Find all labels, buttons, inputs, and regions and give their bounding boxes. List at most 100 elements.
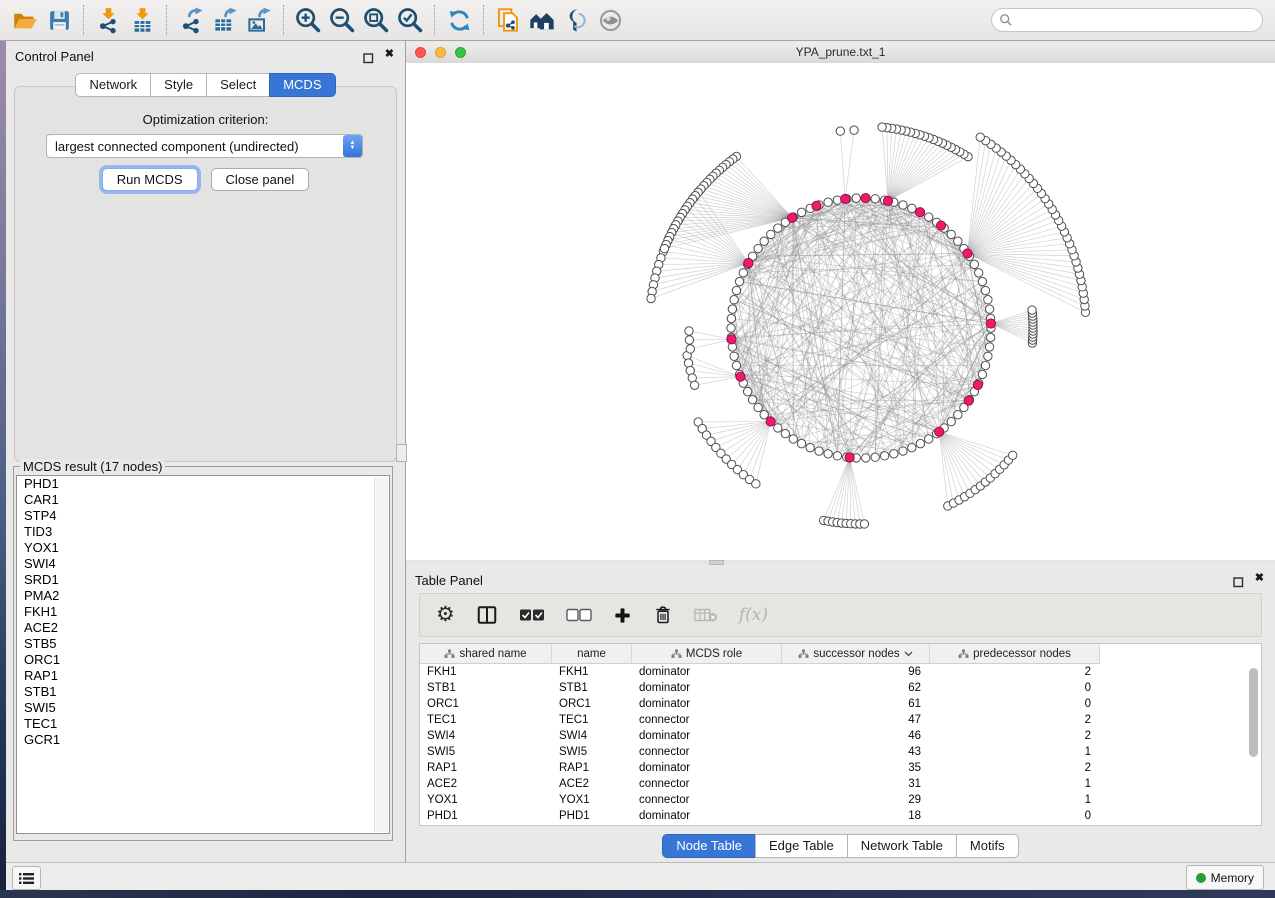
column-header-shared-name[interactable]: shared name [420, 644, 552, 664]
result-list-item[interactable]: SRD1 [17, 572, 389, 588]
zoom-fit-icon[interactable] [359, 3, 393, 37]
table-row[interactable]: ACE2ACE2connector311 [420, 776, 1261, 792]
result-list-item[interactable]: STB1 [17, 684, 389, 700]
table-cell: dominator [632, 760, 782, 776]
result-list-item[interactable]: PHD1 [17, 476, 389, 492]
task-list-icon [19, 872, 34, 885]
table-cell: 43 [782, 744, 930, 760]
table-cell: ORC1 [420, 696, 552, 712]
select-all-rows-icon[interactable] [519, 602, 545, 628]
memory-button[interactable]: Memory [1186, 865, 1264, 890]
close-table-panel-icon[interactable]: ✖ [1255, 571, 1264, 584]
table-cell: PHD1 [552, 808, 632, 824]
search-field[interactable] [991, 8, 1263, 32]
deselect-all-rows-icon[interactable] [566, 602, 592, 628]
show-hide-graphics-details-icon[interactable] [559, 3, 593, 37]
float-panel-icon[interactable] [363, 51, 374, 69]
column-header-name[interactable]: name [552, 644, 632, 664]
export-image-icon[interactable] [242, 3, 276, 37]
run-mcds-button[interactable]: Run MCDS [102, 168, 198, 191]
result-list-item[interactable]: RAP1 [17, 668, 389, 684]
table-cell: RAP1 [420, 760, 552, 776]
save-session-icon[interactable] [42, 3, 76, 37]
table-row[interactable]: RAP1RAP1dominator352 [420, 760, 1261, 776]
table-scrollbar-thumb[interactable] [1249, 668, 1258, 757]
export-table-icon[interactable] [208, 3, 242, 37]
table-cell: dominator [632, 664, 782, 680]
zoom-out-icon[interactable] [325, 3, 359, 37]
mcds-result-group: MCDS result (17 nodes) PHD1CAR1STP4TID3Y… [13, 459, 393, 841]
result-list-item[interactable]: TID3 [17, 524, 389, 540]
table-options-gear-icon[interactable]: ⚙ [436, 602, 455, 628]
result-list-item[interactable]: FKH1 [17, 604, 389, 620]
table-cell: RAP1 [552, 760, 632, 776]
result-list-item[interactable]: CAR1 [17, 492, 389, 508]
table-row[interactable]: SWI5SWI5connector431 [420, 744, 1261, 760]
table-row[interactable]: ORC1ORC1dominator610 [420, 696, 1261, 712]
float-table-panel-icon[interactable] [1233, 575, 1244, 593]
close-panel-icon[interactable]: ✖ [385, 47, 394, 60]
zoom-in-icon[interactable] [291, 3, 325, 37]
delete-column-icon[interactable] [653, 602, 673, 628]
tab-edge-table[interactable]: Edge Table [755, 834, 848, 858]
optimization-criterion-select[interactable]: largest connected component (undirected)… [46, 134, 363, 158]
table-row[interactable]: YOX1YOX1connector291 [420, 792, 1261, 808]
search-input[interactable] [1013, 13, 1262, 27]
result-list-item[interactable]: STP4 [17, 508, 389, 524]
tab-style[interactable]: Style [150, 73, 207, 97]
tab-network[interactable]: Network [75, 73, 151, 97]
table-cell: ACE2 [420, 776, 552, 792]
table-cell: SWI5 [420, 744, 552, 760]
desktop-background-strip [0, 41, 6, 890]
first-neighbors-icon[interactable] [525, 3, 559, 37]
column-header-MCDS-role[interactable]: MCDS role [632, 644, 782, 664]
table-row[interactable]: FKH1FKH1dominator962 [420, 664, 1261, 680]
preview-eye-icon[interactable] [593, 3, 627, 37]
import-network-icon[interactable] [91, 3, 125, 37]
export-network-icon[interactable] [174, 3, 208, 37]
result-list-item[interactable]: GCR1 [17, 732, 389, 748]
table-row[interactable]: STB1STB1dominator620 [420, 680, 1261, 696]
table-row[interactable]: SWI4SWI4dominator462 [420, 728, 1261, 744]
memory-status-icon [1196, 873, 1206, 883]
result-list-item[interactable]: YOX1 [17, 540, 389, 556]
result-list-item[interactable]: ORC1 [17, 652, 389, 668]
result-list-item[interactable]: ACE2 [17, 620, 389, 636]
table-row[interactable]: PHD1PHD1dominator180 [420, 808, 1261, 824]
table-cell: 2 [930, 712, 1100, 728]
column-settings-icon[interactable] [476, 602, 498, 628]
table-row[interactable]: TEC1TEC1connector472 [420, 712, 1261, 728]
result-list-item[interactable]: SWI5 [17, 700, 389, 716]
result-list-item[interactable]: TEC1 [17, 716, 389, 732]
new-network-from-selection-icon[interactable] [491, 3, 525, 37]
tab-select[interactable]: Select [206, 73, 270, 97]
close-panel-button[interactable]: Close panel [211, 168, 310, 191]
result-list-scrollbar[interactable] [374, 477, 388, 832]
refresh-icon[interactable] [442, 3, 476, 37]
tab-mcds[interactable]: MCDS [269, 73, 335, 97]
tab-motifs[interactable]: Motifs [956, 834, 1019, 858]
result-list-item[interactable]: PMA2 [17, 588, 389, 604]
tab-node-table[interactable]: Node Table [662, 834, 756, 858]
table-cell: dominator [632, 808, 782, 824]
horizontal-splitter-handle[interactable] [709, 560, 724, 565]
zoom-selected-icon[interactable] [393, 3, 427, 37]
table-cell: connector [632, 776, 782, 792]
network-canvas[interactable] [406, 63, 1275, 560]
result-list-item[interactable]: SWI4 [17, 556, 389, 572]
table-cell: dominator [632, 728, 782, 744]
vertical-splitter-handle[interactable] [396, 444, 407, 462]
task-history-button[interactable] [12, 866, 41, 890]
import-table-icon[interactable] [125, 3, 159, 37]
column-header-predecessor-nodes[interactable]: predecessor nodes [930, 644, 1100, 664]
table-cell: YOX1 [420, 792, 552, 808]
open-session-icon[interactable] [8, 3, 42, 37]
toolbar-separator [483, 5, 484, 35]
result-list-item[interactable]: STB5 [17, 636, 389, 652]
network-window-titlebar[interactable]: YPA_prune.txt_1 [406, 42, 1275, 64]
table-cell: ORC1 [552, 696, 632, 712]
tab-network-table[interactable]: Network Table [847, 834, 957, 858]
add-column-icon[interactable] [613, 602, 632, 628]
network-graph[interactable] [406, 63, 1275, 560]
column-header-successor-nodes[interactable]: successor nodes [782, 644, 930, 664]
